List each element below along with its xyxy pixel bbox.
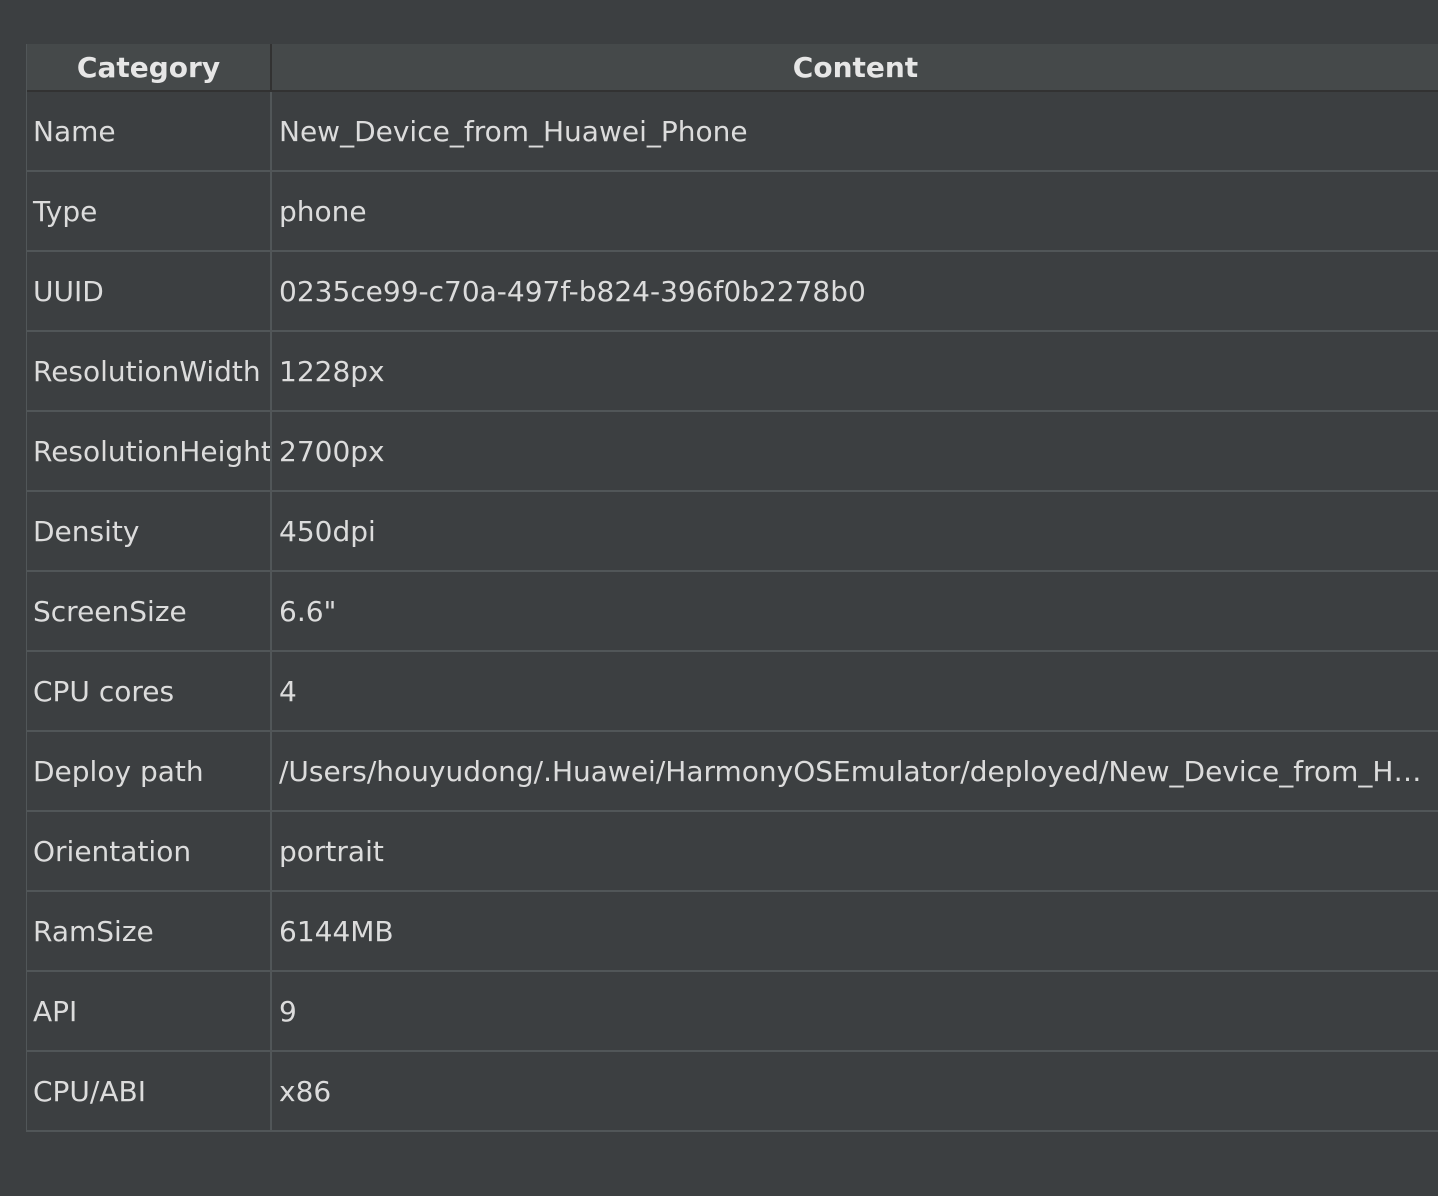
row-content-text: 4 bbox=[279, 674, 297, 708]
row-category: API bbox=[27, 972, 272, 1050]
row-category: Orientation bbox=[27, 812, 272, 890]
row-content: x86 bbox=[272, 1052, 1438, 1130]
row-category: ResolutionWidth bbox=[27, 332, 272, 410]
row-content: 6.6" bbox=[272, 572, 1438, 650]
row-content-text: /Users/houyudong/.Huawei/HarmonyOSEmulat… bbox=[279, 754, 1438, 788]
row-content-text: 0235ce99-c70a-497f-b824-396f0b2278b0 bbox=[279, 274, 866, 308]
row-category: Type bbox=[27, 172, 272, 250]
row-category: Density bbox=[27, 492, 272, 570]
row-category: UUID bbox=[27, 252, 272, 330]
row-content-text: phone bbox=[279, 194, 367, 228]
table-row[interactable]: ScreenSize 6.6" bbox=[27, 572, 1438, 652]
row-content: 2700px bbox=[272, 412, 1438, 490]
row-content: portrait bbox=[272, 812, 1438, 890]
row-content-text: 6.6" bbox=[279, 594, 337, 628]
row-content-text: 2700px bbox=[279, 434, 385, 468]
row-content: 9 bbox=[272, 972, 1438, 1050]
row-content-text: 450dpi bbox=[279, 514, 376, 548]
table-row[interactable]: Deploy path /Users/houyudong/.Huawei/Har… bbox=[27, 732, 1438, 812]
table-row[interactable]: API 9 bbox=[27, 972, 1438, 1052]
row-content: /Users/houyudong/.Huawei/HarmonyOSEmulat… bbox=[272, 732, 1438, 810]
table-row[interactable]: ResolutionHeight 2700px bbox=[27, 412, 1438, 492]
row-content: phone bbox=[272, 172, 1438, 250]
row-content: 0235ce99-c70a-497f-b824-396f0b2278b0 bbox=[272, 252, 1438, 330]
table-row[interactable]: Type phone bbox=[27, 172, 1438, 252]
row-content-text: New_Device_from_Huawei_Phone bbox=[279, 114, 748, 148]
row-content-text: 1228px bbox=[279, 354, 385, 388]
row-content: 450dpi bbox=[272, 492, 1438, 570]
table-header: Category Content bbox=[27, 44, 1438, 92]
row-category: Deploy path bbox=[27, 732, 272, 810]
column-header-category[interactable]: Category bbox=[27, 44, 272, 90]
row-content-text: 6144MB bbox=[279, 914, 394, 948]
row-category: Name bbox=[27, 92, 272, 170]
row-content-text: portrait bbox=[279, 834, 384, 868]
column-header-content[interactable]: Content bbox=[272, 44, 1438, 90]
table-row[interactable]: UUID 0235ce99-c70a-497f-b824-396f0b2278b… bbox=[27, 252, 1438, 332]
row-content: 6144MB bbox=[272, 892, 1438, 970]
device-info-table: Category Content Name New_Device_from_Hu… bbox=[26, 44, 1438, 1132]
table-row[interactable]: Orientation portrait bbox=[27, 812, 1438, 892]
row-category: ResolutionHeight bbox=[27, 412, 272, 490]
row-content-text: 9 bbox=[279, 994, 297, 1028]
table-row[interactable]: CPU/ABI x86 bbox=[27, 1052, 1438, 1132]
row-category: RamSize bbox=[27, 892, 272, 970]
row-category: ScreenSize bbox=[27, 572, 272, 650]
table-row[interactable]: RamSize 6144MB bbox=[27, 892, 1438, 972]
table-row[interactable]: ResolutionWidth 1228px bbox=[27, 332, 1438, 412]
table-row[interactable]: Density 450dpi bbox=[27, 492, 1438, 572]
row-content: New_Device_from_Huawei_Phone bbox=[272, 92, 1438, 170]
row-category: CPU/ABI bbox=[27, 1052, 272, 1130]
row-content: 1228px bbox=[272, 332, 1438, 410]
row-content-text: x86 bbox=[279, 1074, 332, 1108]
row-content: 4 bbox=[272, 652, 1438, 730]
table-row[interactable]: Name New_Device_from_Huawei_Phone bbox=[27, 92, 1438, 172]
table-row[interactable]: CPU cores 4 bbox=[27, 652, 1438, 732]
row-category: CPU cores bbox=[27, 652, 272, 730]
